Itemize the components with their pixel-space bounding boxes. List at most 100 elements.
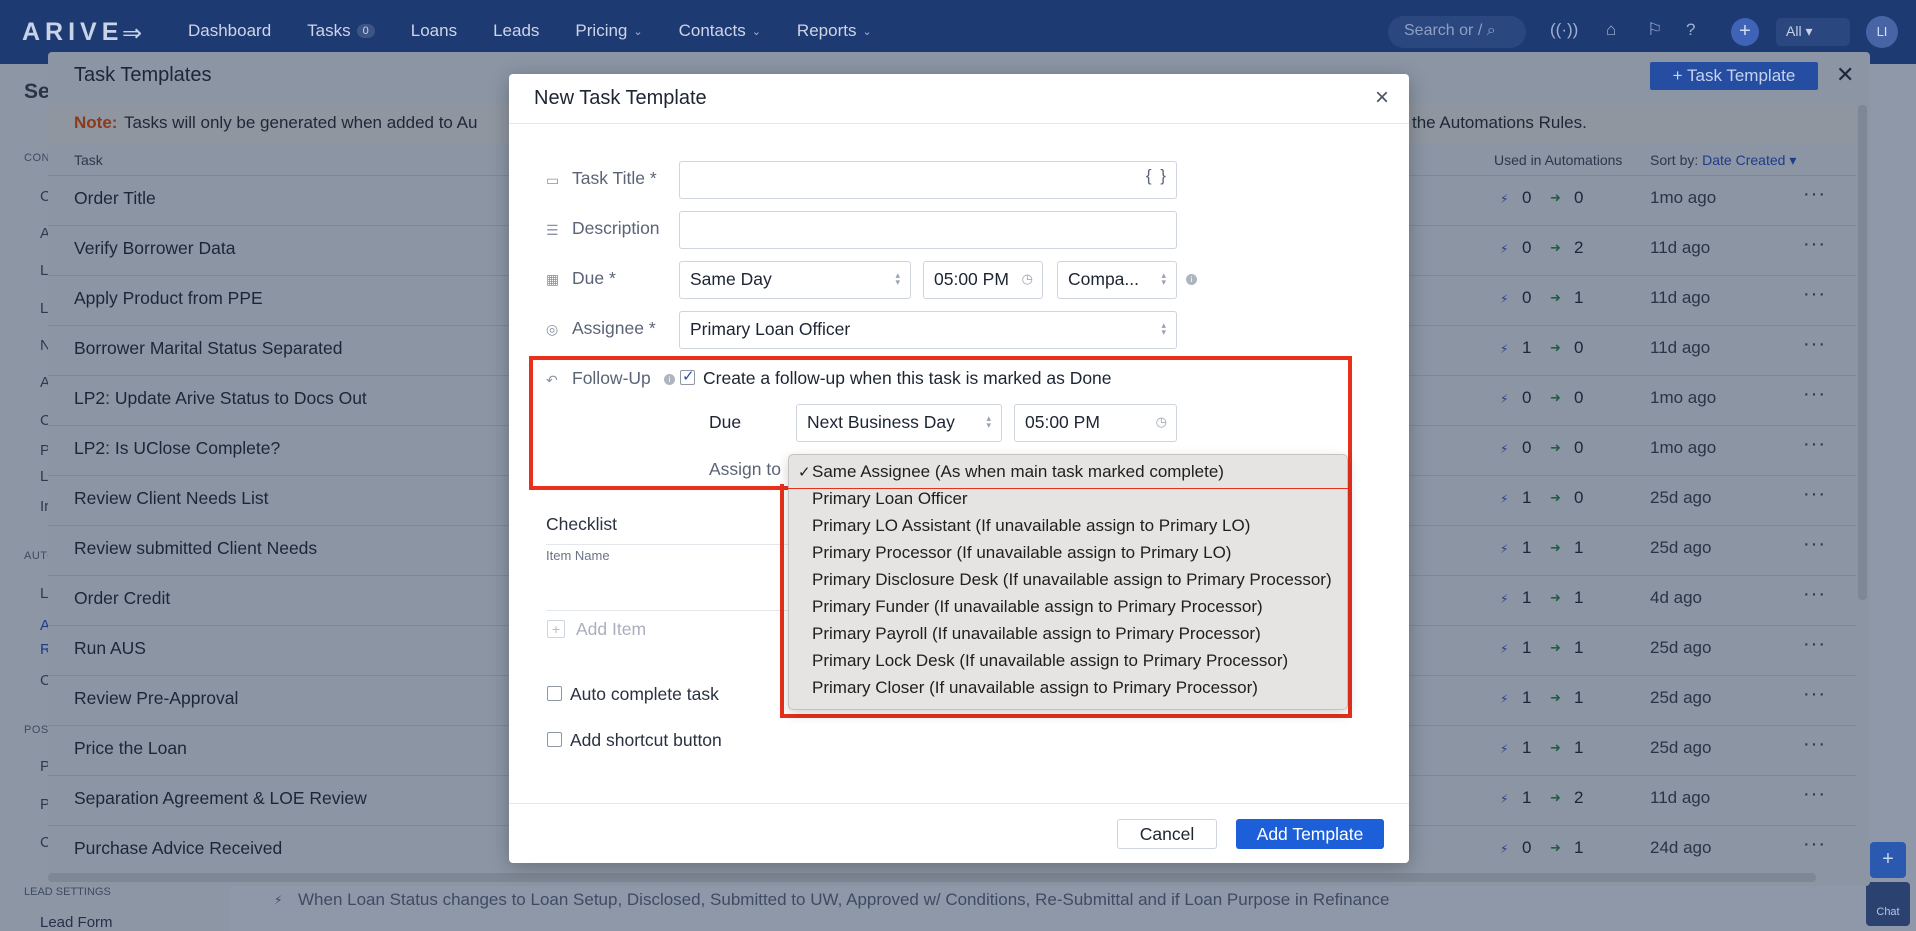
more-icon[interactable]: ··· (1803, 433, 1826, 456)
bolt-icon: ⚡ (274, 893, 283, 907)
more-icon[interactable]: ··· (1803, 533, 1826, 556)
more-icon[interactable]: ··· (1803, 283, 1826, 306)
followup-count: 1 (1574, 738, 1584, 757)
created-ago: 4d ago (1650, 588, 1702, 607)
logo-arrow-icon: ⇒ (122, 20, 143, 47)
automation-count: 1 (1522, 788, 1532, 807)
nav-loans[interactable]: Loans (411, 21, 457, 41)
task-name[interactable]: Verify Borrower Data (74, 238, 235, 259)
nav-dashboard[interactable]: Dashboard (188, 21, 271, 41)
task-name[interactable]: Review Client Needs List (74, 488, 269, 509)
help-icon[interactable]: ? (1686, 20, 1695, 40)
sort-control[interactable]: Sort by: Date Created ▾ (1650, 152, 1796, 169)
dropdown-option[interactable]: Primary Payroll (If unavailable assign t… (812, 624, 1261, 644)
search-input[interactable]: Search or / ⌕ (1388, 16, 1526, 48)
dropdown-option[interactable]: Primary LO Assistant (If unavailable ass… (812, 516, 1250, 536)
flag-icon[interactable]: ⚐ (1647, 20, 1662, 40)
nav-pricing[interactable]: Pricing ⌄ (575, 21, 642, 41)
dropdown-option[interactable]: Primary Lock Desk (If unavailable assign… (812, 651, 1288, 671)
bank-icon[interactable]: ⌂ (1606, 20, 1616, 40)
shortcut-checkbox[interactable] (547, 732, 562, 747)
bolt-icon: ⚡ (1500, 442, 1509, 456)
more-icon[interactable]: ··· (1803, 583, 1826, 606)
more-icon[interactable]: ··· (1803, 633, 1826, 656)
more-icon[interactable]: ··· (1803, 683, 1826, 706)
assign-to-dropdown[interactable]: ✓ Same Assignee (As when main task marke… (788, 454, 1348, 710)
add-task-template-button[interactable]: + Task Template (1650, 62, 1818, 90)
add-item-button[interactable]: Add Item (576, 619, 646, 640)
column-header-task: Task (74, 152, 103, 168)
more-icon[interactable]: ··· (1803, 833, 1826, 856)
description-input[interactable] (679, 211, 1177, 249)
task-name[interactable]: Review submitted Client Needs (74, 538, 317, 559)
due-select-value: Same Day (690, 269, 772, 289)
arive-logo[interactable]: ARIVE (22, 18, 123, 47)
task-name[interactable]: Apply Product from PPE (74, 288, 263, 309)
sidebar-item-lead-form[interactable]: Lead Form (40, 914, 113, 931)
broadcast-icon[interactable]: ((·)) (1550, 20, 1578, 40)
task-name[interactable]: Review Pre-Approval (74, 688, 238, 709)
close-icon[interactable]: ✕ (1836, 62, 1854, 88)
automation-count: 0 (1522, 838, 1532, 857)
due-time-input[interactable]: 05:00 PM ◷ (923, 261, 1043, 299)
add-template-button[interactable]: Add Template (1236, 819, 1384, 849)
automation-count: 0 (1522, 188, 1532, 207)
more-icon[interactable]: ··· (1803, 783, 1826, 806)
nav-tasks[interactable]: Tasks 0 (307, 21, 375, 41)
task-name[interactable]: Separation Agreement & LOE Review (74, 788, 367, 809)
arrow-icon: ➜ (1550, 190, 1561, 205)
nav-reports[interactable]: Reports ⌄ (797, 21, 872, 41)
horizontal-scrollbar[interactable] (48, 873, 1816, 882)
due-label: Due * (572, 268, 616, 288)
note-text: Tasks will only be generated when added … (124, 113, 478, 132)
task-name[interactable]: LP2: Update Arive Status to Docs Out (74, 388, 367, 409)
task-name[interactable]: LP2: Is UClose Complete? (74, 438, 280, 459)
variables-icon[interactable]: { } (1146, 166, 1168, 186)
clock-icon: ◷ (1021, 271, 1033, 287)
add-item-icon[interactable]: + (547, 620, 565, 638)
vertical-scrollbar[interactable] (1858, 105, 1867, 600)
task-name[interactable]: Run AUS (74, 638, 146, 659)
task-name[interactable]: Borrower Marital Status Separated (74, 338, 342, 359)
assignee-select[interactable]: Primary Loan Officer ▴ ▾ (679, 311, 1177, 349)
scope-select[interactable]: All ▾ (1776, 18, 1850, 46)
auto-complete-checkbox[interactable] (547, 686, 562, 701)
dropdown-option[interactable]: Primary Funder (If unavailable assign to… (812, 597, 1263, 617)
dropdown-option[interactable]: Primary Disclosure Desk (If unavailable … (812, 570, 1332, 590)
task-name[interactable]: Purchase Advice Received (74, 838, 282, 859)
due-label-text: Due (572, 268, 605, 288)
arrow-icon: ➜ (1550, 440, 1561, 455)
info-icon[interactable]: i (1186, 274, 1197, 285)
close-icon[interactable]: × (1375, 84, 1389, 112)
bolt-icon: ⚡ (1500, 192, 1509, 206)
cancel-button[interactable]: Cancel (1117, 819, 1217, 849)
dropdown-option[interactable]: Primary Processor (If unavailable assign… (812, 543, 1231, 563)
dropdown-option[interactable]: Primary Closer (If unavailable assign to… (812, 678, 1258, 698)
chat-button[interactable]: Chat (1866, 882, 1910, 926)
task-title-input[interactable]: { } (679, 161, 1177, 199)
lead-settings-section[interactable]: LEAD SETTINGS (24, 886, 111, 898)
bolt-icon: ⚡ (1500, 792, 1509, 806)
followup-count: 1 (1574, 638, 1584, 657)
task-name[interactable]: Order Credit (74, 588, 170, 609)
more-icon[interactable]: ··· (1803, 183, 1826, 206)
task-name[interactable]: Price the Loan (74, 738, 187, 759)
dropdown-option[interactable]: Primary Loan Officer (812, 489, 968, 509)
more-icon[interactable]: ··· (1803, 383, 1826, 406)
arrow-icon: ➜ (1550, 240, 1561, 255)
avatar[interactable]: LI (1866, 16, 1898, 48)
timezone-select[interactable]: Compa... ▴ ▾ (1057, 261, 1177, 299)
followup-count: 0 (1574, 388, 1584, 407)
add-floating-button[interactable]: + (1870, 842, 1906, 878)
nav-leads[interactable]: Leads (493, 21, 539, 41)
more-icon[interactable]: ··· (1803, 333, 1826, 356)
more-icon[interactable]: ··· (1803, 233, 1826, 256)
nav-contacts[interactable]: Contacts ⌄ (679, 21, 761, 41)
checklist-title: Checklist (546, 514, 617, 534)
more-icon[interactable]: ··· (1803, 483, 1826, 506)
due-select[interactable]: Same Day ▴ ▾ (679, 261, 911, 299)
more-icon[interactable]: ··· (1803, 733, 1826, 756)
task-name[interactable]: Order Title (74, 188, 156, 209)
dropdown-option-selected[interactable]: Same Assignee (As when main task marked … (812, 462, 1224, 482)
add-icon[interactable]: + (1731, 18, 1759, 46)
